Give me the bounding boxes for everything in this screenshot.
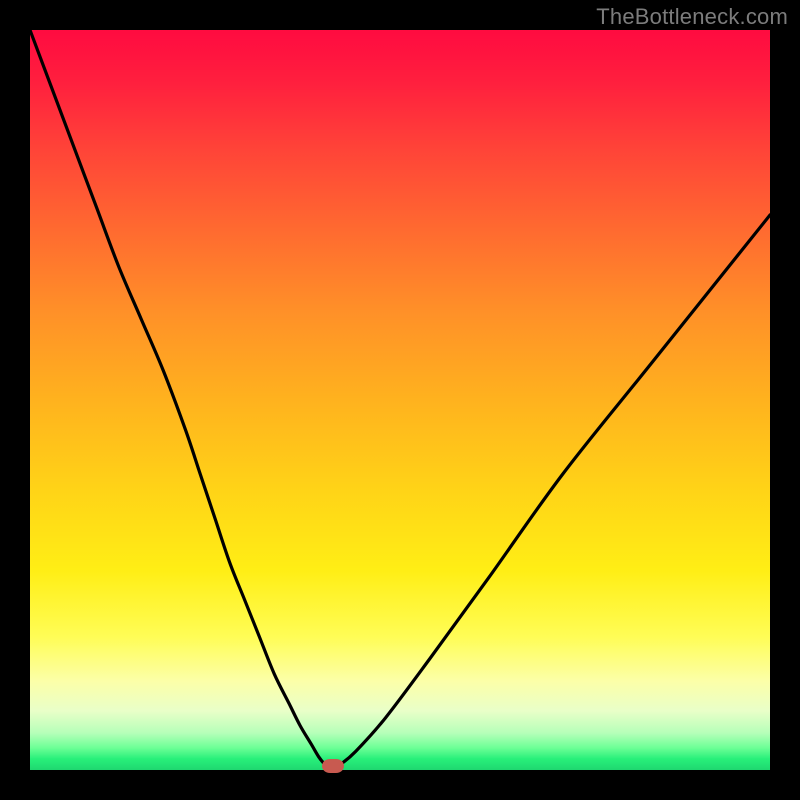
chart-frame: TheBottleneck.com: [0, 0, 800, 800]
optimal-point-marker: [322, 759, 344, 773]
bottleneck-curve: [30, 30, 770, 770]
watermark-text: TheBottleneck.com: [596, 4, 788, 30]
plot-area: [30, 30, 770, 770]
